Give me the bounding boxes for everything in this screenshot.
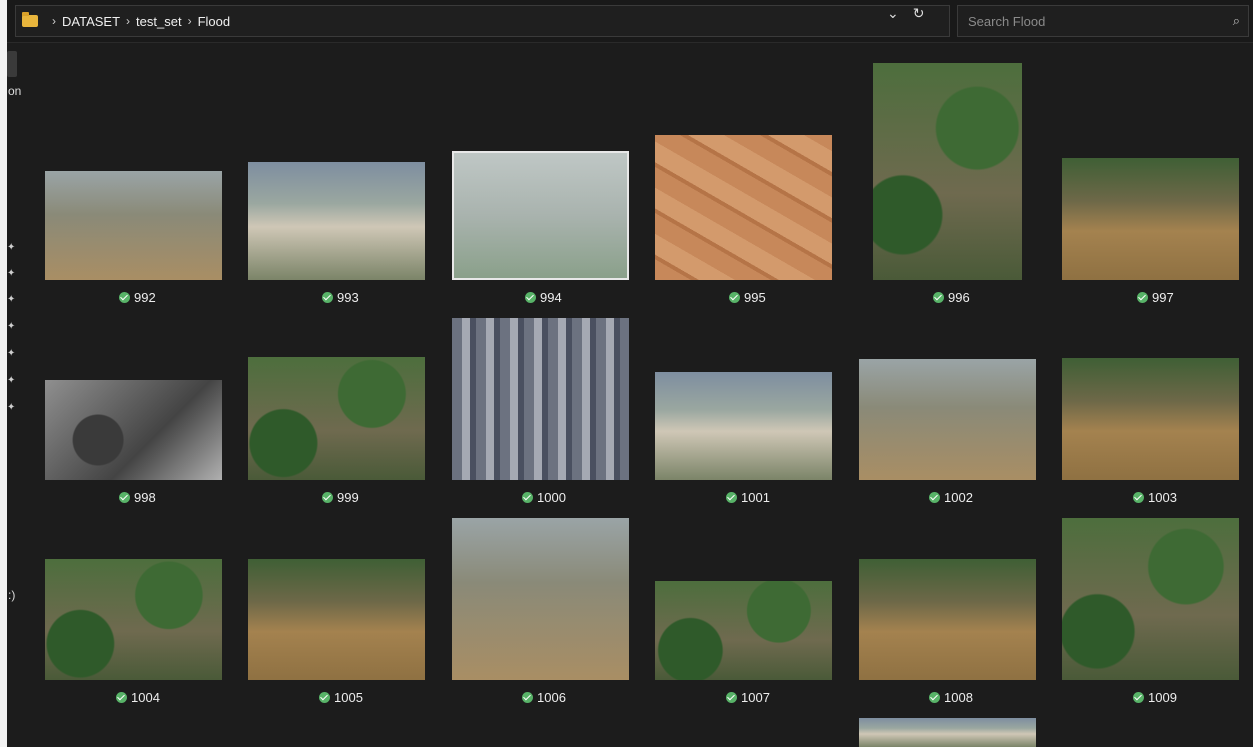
- thumbnail-image[interactable]: [655, 372, 832, 480]
- sync-check-icon: [319, 692, 330, 703]
- sync-check-icon: [929, 692, 940, 703]
- file-name: 995: [744, 290, 766, 305]
- thumbnail-image[interactable]: [248, 559, 425, 680]
- pin-icon: ✦: [7, 321, 16, 332]
- thumbnail-image[interactable]: [45, 171, 222, 280]
- file-label[interactable]: 992: [119, 290, 156, 305]
- sync-check-icon: [929, 492, 940, 503]
- refresh-icon[interactable]: ↻: [913, 5, 925, 22]
- address-bar: › DATASET › test_set › Flood ⌄ ↻ ⌕: [7, 0, 1253, 43]
- file-name: 994: [540, 290, 562, 305]
- file-label[interactable]: 993: [322, 290, 359, 305]
- folder-icon: [22, 12, 38, 27]
- nav-scrollbar[interactable]: [7, 51, 17, 77]
- file-name: 1004: [131, 690, 160, 705]
- file-label[interactable]: 1008: [929, 690, 973, 705]
- file-name: 992: [134, 290, 156, 305]
- chevron-right-icon[interactable]: ›: [188, 14, 192, 28]
- sync-check-icon: [522, 492, 533, 503]
- navigation-pane: on ✦ ✦ ✦ ✦ ✦ ✦ ✦ :): [7, 42, 25, 747]
- thumbnail-image[interactable]: [655, 581, 832, 680]
- sync-check-icon: [119, 492, 130, 503]
- breadcrumb[interactable]: › DATASET › test_set › Flood: [15, 5, 950, 37]
- file-name: 1006: [537, 690, 566, 705]
- file-label[interactable]: 994: [525, 290, 562, 305]
- thumbnail-image[interactable]: [452, 151, 629, 280]
- file-name: 1008: [944, 690, 973, 705]
- pin-icon: ✦: [7, 348, 16, 359]
- chevron-right-icon[interactable]: ›: [52, 14, 56, 28]
- file-name: 1009: [1148, 690, 1177, 705]
- sync-check-icon: [729, 292, 740, 303]
- file-label[interactable]: 1005: [319, 690, 363, 705]
- sync-check-icon: [522, 692, 533, 703]
- chevron-right-icon[interactable]: ›: [126, 14, 130, 28]
- file-name: 996: [948, 290, 970, 305]
- pin-icon: ✦: [7, 268, 16, 279]
- nav-item-label[interactable]: :): [8, 588, 15, 602]
- pin-icon: ✦: [7, 375, 16, 386]
- file-name: 993: [337, 290, 359, 305]
- file-name: 1003: [1148, 490, 1177, 505]
- file-name: 1001: [741, 490, 770, 505]
- file-label[interactable]: 1004: [116, 690, 160, 705]
- file-name: 1005: [334, 690, 363, 705]
- thumbnail-image[interactable]: [45, 380, 222, 480]
- file-label[interactable]: 998: [119, 490, 156, 505]
- pin-icon: ✦: [7, 294, 16, 305]
- file-name: 998: [134, 490, 156, 505]
- breadcrumb-dataset[interactable]: DATASET: [62, 14, 120, 29]
- search-box[interactable]: ⌕: [957, 5, 1249, 37]
- sync-check-icon: [933, 292, 944, 303]
- sync-check-icon: [1137, 292, 1148, 303]
- file-name: 999: [337, 490, 359, 505]
- sync-check-icon: [322, 492, 333, 503]
- sync-check-icon: [116, 692, 127, 703]
- file-label[interactable]: 1002: [929, 490, 973, 505]
- sync-check-icon: [726, 492, 737, 503]
- sync-check-icon: [1133, 692, 1144, 703]
- sync-check-icon: [525, 292, 536, 303]
- file-label[interactable]: 1000: [522, 490, 566, 505]
- file-label[interactable]: 996: [933, 290, 970, 305]
- sync-check-icon: [1133, 492, 1144, 503]
- breadcrumb-flood[interactable]: Flood: [198, 14, 231, 29]
- file-label[interactable]: 995: [729, 290, 766, 305]
- sync-check-icon: [119, 292, 130, 303]
- thumbnail-image[interactable]: [873, 63, 1022, 280]
- sync-check-icon: [726, 692, 737, 703]
- search-icon[interactable]: ⌕: [1233, 13, 1240, 29]
- chevron-down-icon[interactable]: ⌄: [887, 5, 899, 22]
- thumbnail-image[interactable]: [1062, 158, 1239, 280]
- file-name: 1007: [741, 690, 770, 705]
- file-name: 1000: [537, 490, 566, 505]
- thumbnail-image[interactable]: [1062, 358, 1239, 480]
- file-label[interactable]: 997: [1137, 290, 1174, 305]
- nav-item-label[interactable]: on: [8, 84, 21, 98]
- thumbnail-image[interactable]: [859, 559, 1036, 680]
- sync-check-icon: [322, 292, 333, 303]
- file-label[interactable]: 1003: [1133, 490, 1177, 505]
- thumbnail-image[interactable]: [1062, 518, 1239, 680]
- thumbnail-image[interactable]: [45, 559, 222, 680]
- thumbnail-image[interactable]: [452, 518, 629, 680]
- file-label[interactable]: 1001: [726, 490, 770, 505]
- thumbnail-image[interactable]: [248, 357, 425, 480]
- pin-icon: ✦: [7, 402, 16, 413]
- file-label[interactable]: 1006: [522, 690, 566, 705]
- file-label[interactable]: 1007: [726, 690, 770, 705]
- file-label[interactable]: 1009: [1133, 690, 1177, 705]
- thumbnail-image[interactable]: [859, 359, 1036, 480]
- thumbnail-image[interactable]: [248, 162, 425, 280]
- search-input[interactable]: [966, 12, 1233, 30]
- thumbnail-image[interactable]: [859, 718, 1036, 747]
- pin-icon: ✦: [7, 242, 16, 253]
- file-name: 1002: [944, 490, 973, 505]
- breadcrumb-test-set[interactable]: test_set: [136, 14, 182, 29]
- file-name: 997: [1152, 290, 1174, 305]
- file-label[interactable]: 999: [322, 490, 359, 505]
- thumbnail-image[interactable]: [452, 318, 629, 480]
- thumbnail-image[interactable]: [655, 135, 832, 280]
- window-left-edge: [0, 0, 7, 747]
